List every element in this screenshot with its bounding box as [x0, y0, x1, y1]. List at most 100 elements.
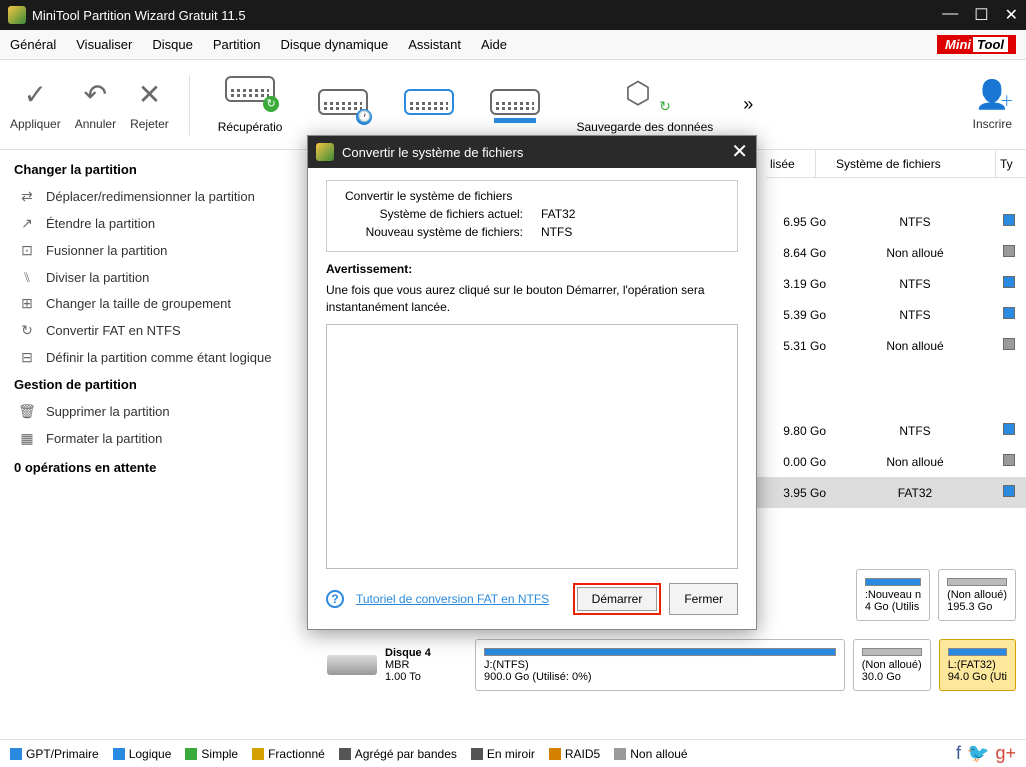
pending-operations: 0 opérations en attente — [0, 452, 307, 483]
new-fs-label: Nouveau système de fichiers: — [341, 225, 541, 239]
legend-item: RAID5 — [549, 747, 600, 761]
resize-icon: ⇄ — [18, 188, 36, 205]
col-fs[interactable]: Système de fichiers — [816, 150, 996, 177]
close-button[interactable]: ✕ — [1005, 5, 1018, 25]
format-icon: ▦ — [18, 430, 36, 447]
convert-fieldset: Convertir le système de fichiers Système… — [326, 180, 738, 252]
strip-box-j[interactable]: J:(NTFS)900.0 Go (Utilisé: 0%) — [475, 639, 845, 691]
help-icon[interactable]: ? — [326, 590, 344, 608]
register-button[interactable]: 👤＋Inscrire — [969, 75, 1026, 135]
brand-logo: MiniTool — [937, 35, 1016, 54]
action-merge[interactable]: ⊡Fusionner la partition — [0, 237, 307, 264]
strip-box-unalloc-2[interactable]: (Non alloué)30.0 Go — [853, 639, 931, 691]
legend-item: Simple — [185, 747, 238, 761]
action-move-resize[interactable]: ⇄Déplacer/redimensionner la partition — [0, 183, 307, 210]
menu-disk[interactable]: Disque — [152, 37, 192, 52]
app-icon — [8, 6, 26, 24]
convert-icon: ↻ — [18, 322, 36, 339]
current-fs-label: Système de fichiers actuel: — [341, 207, 541, 221]
undo-icon: ↶ — [84, 79, 107, 111]
extend-icon: ↗ — [18, 215, 36, 232]
discard-button[interactable]: ✕Rejeter — [126, 75, 173, 135]
split-icon: ⑊ — [18, 269, 36, 285]
partition-row[interactable]: 6.95 GoNTFS — [756, 206, 1026, 237]
legend: GPT/Primaire Logique Simple Fractionné Agrég… — [0, 739, 1026, 767]
user-plus-icon: 👤＋ — [975, 79, 1010, 111]
disk-strip-1: :Nouveau n4 Go (Utilis (Non alloué)195.3… — [856, 565, 1016, 625]
menu-view[interactable]: Visualiser — [76, 37, 132, 52]
legend-item: En miroir — [471, 747, 535, 761]
recovery-button[interactable]: ↻Récupératio — [200, 76, 301, 134]
action-extend[interactable]: ↗Étendre la partition — [0, 210, 307, 237]
warning-heading: Avertissement: — [326, 262, 738, 276]
fieldset-legend: Convertir le système de fichiers — [341, 189, 516, 203]
partition-row[interactable]: 5.31 GoNon alloué — [756, 330, 1026, 361]
sidebar: Changer la partition ⇄Déplacer/redimensi… — [0, 150, 307, 739]
clock-icon: 🕐 — [356, 109, 372, 125]
menu-help[interactable]: Aide — [481, 37, 507, 52]
merge-icon: ⊡ — [18, 242, 36, 259]
strip-box-l-selected[interactable]: L:(FAT32)94.0 Go (Uti — [939, 639, 1016, 691]
menubar: Général Visualiser Disque Partition Disq… — [0, 30, 1026, 60]
legend-item: GPT/Primaire — [10, 747, 99, 761]
partition-row[interactable]: 8.64 GoNon alloué — [756, 237, 1026, 268]
legend-item: Agrégé par bandes — [339, 747, 457, 761]
trash-icon: 🗑 — [18, 403, 36, 420]
section-manage-partition: Gestion de partition — [0, 371, 307, 398]
disk-icon — [327, 655, 377, 675]
action-convert-fat[interactable]: ↻Convertir FAT en NTFS — [0, 317, 307, 344]
window-title: MiniTool Partition Wizard Gratuit 11.5 — [32, 8, 942, 23]
backup-button[interactable]: ⬡↻Sauvegarde des données — [558, 76, 731, 134]
menu-wizard[interactable]: Assistant — [408, 37, 461, 52]
twitter-icon[interactable]: 🐦 — [967, 743, 989, 764]
googleplus-icon[interactable]: g+ — [995, 743, 1016, 764]
start-button[interactable]: Démarrer — [577, 587, 658, 611]
close-button-dialog[interactable]: Fermer — [669, 583, 738, 615]
drive-button-3[interactable] — [472, 89, 558, 121]
apply-button[interactable]: ✓Appliquer — [6, 75, 65, 135]
minimize-button[interactable]: — — [942, 5, 958, 25]
partition-row[interactable]: 3.19 GoNTFS — [756, 268, 1026, 299]
drive-button-1[interactable]: 🕐 — [300, 89, 386, 121]
cluster-icon: ⊞ — [18, 295, 36, 312]
menu-dynamic[interactable]: Disque dynamique — [281, 37, 389, 52]
action-delete[interactable]: 🗑Supprimer la partition — [0, 398, 307, 425]
disk-4-info[interactable]: Disque 4MBR1.00 To — [327, 647, 467, 683]
overflow-button[interactable]: » — [731, 94, 765, 115]
strip-box-new[interactable]: :Nouveau n4 Go (Utilis — [856, 569, 930, 621]
convert-fs-dialog: Convertir le système de fichiers ✕ Conve… — [307, 135, 757, 630]
action-format[interactable]: ▦Formater la partition — [0, 425, 307, 452]
dialog-icon — [316, 143, 334, 161]
titlebar: MiniTool Partition Wizard Gratuit 11.5 —… — [0, 0, 1026, 30]
maximize-button[interactable]: ☐ — [974, 5, 988, 25]
undo-button[interactable]: ↶Annuler — [71, 75, 120, 135]
action-set-logical[interactable]: ⊟Définir la partition comme étant logiqu… — [0, 344, 307, 371]
menu-general[interactable]: Général — [10, 37, 56, 52]
partition-row[interactable]: 5.39 GoNTFS — [756, 299, 1026, 330]
tutorial-link[interactable]: Tutoriel de conversion FAT en NTFS — [356, 592, 549, 606]
start-highlight: Démarrer — [573, 583, 662, 615]
legend-item: Fractionné — [252, 747, 325, 761]
partition-row[interactable]: 9.80 GoNTFS — [756, 415, 1026, 446]
check-icon: ✓ — [24, 79, 47, 111]
partition-rows: 6.95 GoNTFS8.64 GoNon alloué3.19 GoNTFS5… — [756, 206, 1026, 508]
section-change-partition: Changer la partition — [0, 156, 307, 183]
action-split[interactable]: ⑊Diviser la partition — [0, 264, 307, 290]
action-cluster[interactable]: ⊞Changer la taille de groupement — [0, 290, 307, 317]
col-type[interactable]: Ty — [996, 150, 1026, 177]
legend-item: Logique — [113, 747, 172, 761]
log-box — [326, 324, 738, 569]
menu-partition[interactable]: Partition — [213, 37, 261, 52]
partition-row[interactable]: 3.95 GoFAT32 — [756, 477, 1026, 508]
strip-box-unalloc-1[interactable]: (Non alloué)195.3 Go — [938, 569, 1016, 621]
partition-row[interactable]: 0.00 GoNon alloué — [756, 446, 1026, 477]
legend-item: Non alloué — [614, 747, 687, 761]
disk-strip-2: Disque 4MBR1.00 To J:(NTFS)900.0 Go (Uti… — [327, 635, 1016, 695]
dialog-close-icon[interactable]: ✕ — [731, 142, 748, 162]
col-used[interactable]: lisée — [766, 150, 816, 177]
refresh-icon: ↻ — [263, 96, 279, 112]
grid-header: lisée Système de fichiers Ty — [766, 150, 1026, 178]
drive-button-2[interactable] — [386, 89, 472, 121]
warning-text: Une fois que vous aurez cliqué sur le bo… — [326, 282, 738, 316]
facebook-icon[interactable]: f — [956, 743, 961, 764]
